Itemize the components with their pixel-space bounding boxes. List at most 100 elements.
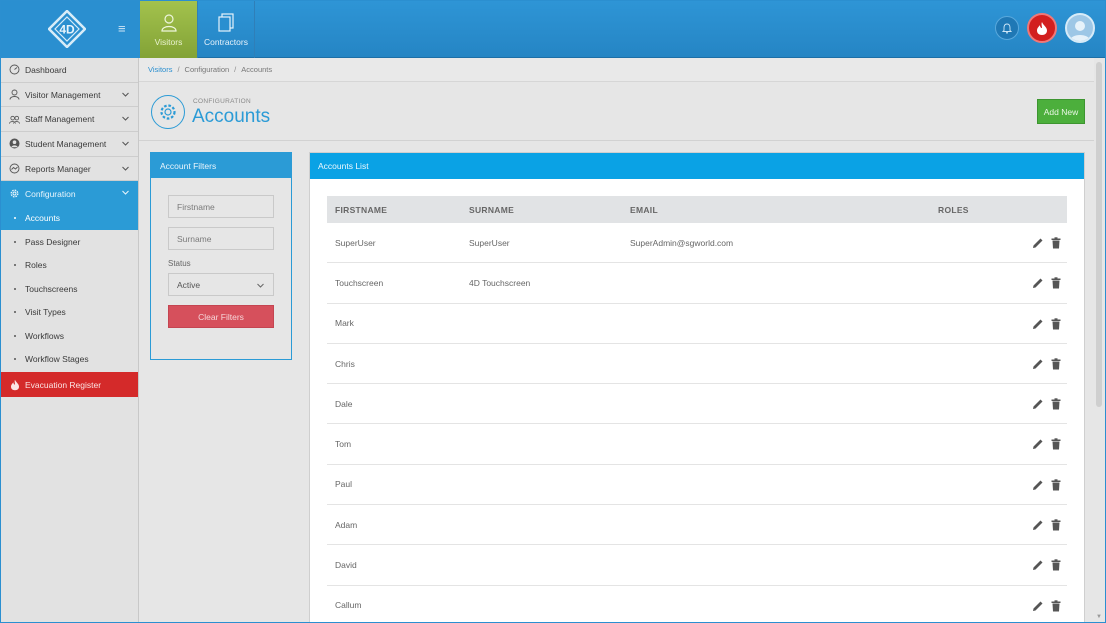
scroll-down-icon[interactable]: ▼ <box>1096 614 1103 621</box>
firstname-input[interactable] <box>168 195 274 218</box>
breadcrumb-accounts: Accounts <box>241 65 273 74</box>
breadcrumb-separator: / <box>234 65 237 74</box>
breadcrumb-visitors[interactable]: Visitors <box>148 65 172 74</box>
sidebar-subitem-label: Visit Types <box>25 307 66 318</box>
surname-input[interactable] <box>168 227 274 250</box>
edit-icon[interactable] <box>1032 318 1044 330</box>
chevron-down-icon <box>257 283 264 288</box>
sidebar-subitem-roles[interactable]: Roles <box>0 253 138 277</box>
scrollbar-thumb[interactable] <box>1096 62 1102 407</box>
top-header: 4D ≡ Visitors Contractors <box>0 0 1106 59</box>
table-row: Paul <box>327 465 1067 506</box>
table-row: David <box>327 545 1067 586</box>
cell-firstname: David <box>335 560 357 571</box>
row-actions <box>1032 398 1062 410</box>
trash-icon[interactable] <box>1050 479 1062 491</box>
sidebar-subitem-pass-designer[interactable]: Pass Designer <box>0 230 138 254</box>
trash-icon[interactable] <box>1050 599 1062 612</box>
edit-icon[interactable] <box>1032 559 1044 571</box>
add-new-button[interactable]: Add New <box>1037 99 1085 124</box>
column-header-surname[interactable]: SURNAME <box>469 205 514 215</box>
sidebar-item-label: Student Management <box>25 138 107 149</box>
cell-firstname: SuperUser <box>335 237 376 248</box>
sidebar-subitem-workflow-stages[interactable]: Workflow Stages <box>0 348 138 372</box>
logo-area: 4D ≡ <box>1 1 140 59</box>
status-select[interactable]: Active <box>168 273 274 296</box>
accounts-list-title: Accounts List <box>310 153 1084 179</box>
page-kicker: CONFIGURATION <box>193 98 251 105</box>
status-label: Status <box>168 259 191 268</box>
column-header-email[interactable]: EMAIL <box>630 205 658 215</box>
edit-icon[interactable] <box>1032 237 1044 249</box>
bullet-icon <box>14 264 16 267</box>
trash-icon[interactable] <box>1050 519 1062 531</box>
evacuation-button[interactable] <box>1027 13 1057 43</box>
notifications-button[interactable] <box>995 16 1019 40</box>
edit-icon[interactable] <box>1032 358 1044 370</box>
page-scrollbar[interactable]: ▼ <box>1094 58 1105 623</box>
trash-icon[interactable] <box>1050 438 1062 450</box>
cell-email: SuperAdmin@sgworld.com <box>630 237 734 248</box>
table-row: Dale <box>327 384 1067 425</box>
gear-icon <box>151 95 185 129</box>
trash-icon[interactable] <box>1050 559 1062 571</box>
edit-icon[interactable] <box>1032 479 1044 491</box>
sidebar-item-label: Visitor Management <box>25 89 101 100</box>
sidebar-item-reports-manager[interactable]: Reports Manager <box>0 157 138 182</box>
sidebar-item-evacuation-register[interactable]: Evacuation Register <box>0 372 138 397</box>
sidebar-subitem-workflows[interactable]: Workflows <box>0 324 138 348</box>
accounts-table: FIRSTNAME SURNAME EMAIL ROLES SuperUser S… <box>327 196 1067 623</box>
sidebar-subitem-visit-types[interactable]: Visit Types <box>0 301 138 325</box>
cell-firstname: Chris <box>335 358 355 369</box>
row-actions <box>1032 237 1062 249</box>
sidebar-item-staff-management[interactable]: Staff Management <box>0 107 138 133</box>
flame-icon <box>9 379 20 390</box>
edit-icon[interactable] <box>1032 277 1044 289</box>
trash-icon[interactable] <box>1050 317 1062 330</box>
cell-surname: 4D Touchscreen <box>469 277 531 288</box>
cell-firstname: Adam <box>335 519 358 530</box>
menu-toggle-icon[interactable]: ≡ <box>118 22 130 35</box>
trash-icon[interactable] <box>1050 237 1062 249</box>
edit-icon[interactable] <box>1032 438 1044 450</box>
dashboard-icon <box>9 64 20 75</box>
table-row: Callum <box>327 586 1067 623</box>
chevron-down-icon <box>122 141 129 146</box>
edit-icon[interactable] <box>1032 398 1044 410</box>
clear-filters-button[interactable]: Clear Filters <box>168 305 274 328</box>
sidebar-subitem-touchscreens[interactable]: Touchscreens <box>0 277 138 301</box>
topnav-visitors[interactable]: Visitors <box>140 1 198 59</box>
cell-firstname: Callum <box>335 600 362 611</box>
sidebar-subitem-label: Workflows <box>25 330 65 341</box>
sidebar-item-visitor-management[interactable]: Visitor Management <box>0 83 138 108</box>
header-actions <box>995 13 1095 43</box>
cell-firstname: Paul <box>335 479 353 490</box>
sidebar-item-student-management[interactable]: Student Management <box>0 132 138 157</box>
edit-icon[interactable] <box>1032 519 1044 531</box>
sidebar-subitem-label: Touchscreens <box>25 283 78 294</box>
breadcrumb: Visitors / Configuration / Accounts <box>139 58 1094 82</box>
trash-icon[interactable] <box>1050 358 1062 370</box>
row-actions <box>1032 438 1062 450</box>
trash-icon[interactable] <box>1050 277 1062 289</box>
column-header-roles[interactable]: ROLES <box>938 205 969 215</box>
sidebar-item-dashboard[interactable]: Dashboard <box>0 58 138 83</box>
trash-icon[interactable] <box>1050 398 1062 410</box>
topnav-contractors[interactable]: Contractors <box>198 1 255 59</box>
svg-text:4D: 4D <box>59 23 75 37</box>
table-row: Touchscreen 4D Touchscreen <box>327 263 1067 304</box>
user-avatar[interactable] <box>1065 13 1095 43</box>
row-actions <box>1032 277 1062 289</box>
table-body: SuperUser SuperUser SuperAdmin@sgworld.com… <box>327 223 1067 623</box>
sidebar-subitem-accounts[interactable]: Accounts <box>0 206 138 230</box>
column-header-firstname[interactable]: FIRSTNAME <box>335 205 387 215</box>
sidebar-item-label: Staff Management <box>25 114 95 125</box>
sidebar-item-configuration[interactable]: Configuration <box>0 181 138 207</box>
account-filters-panel: Account Filters Status Active Clear Filt… <box>150 152 292 360</box>
4d-logo[interactable]: 4D <box>48 10 86 48</box>
sidebar-item-label: Reports Manager <box>25 163 91 174</box>
page-header: CONFIGURATION Accounts Add New <box>139 83 1094 141</box>
edit-icon[interactable] <box>1032 600 1044 612</box>
sidebar-subitem-label: Roles <box>25 260 47 271</box>
sidebar-item-label: Configuration <box>25 188 76 199</box>
